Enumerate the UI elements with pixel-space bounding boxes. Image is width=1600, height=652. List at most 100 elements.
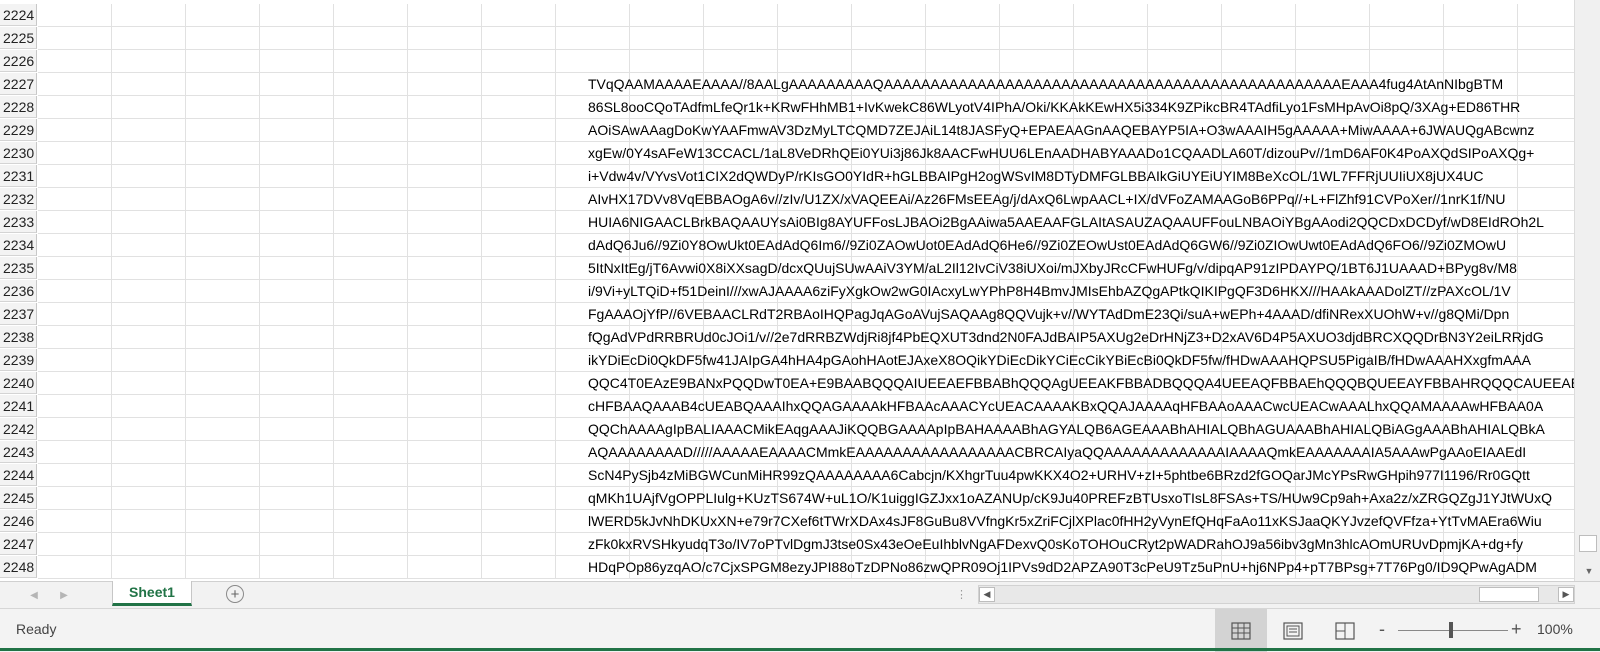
row-cells[interactable]: HDqPOp86yzqAO/c7CjxSPGM8ezyJPI88oTzDPNo8… [38, 556, 1575, 579]
row-cells[interactable]: AOiSAwAAagDoKwYAAFmwAV3DzMyLTCQMD7ZEJAiL… [38, 119, 1575, 142]
cell-value[interactable]: qMKh1UAjfVgOPPLIulg+KUzTS674W+uL1O/K1uig… [588, 487, 1600, 509]
row-cells[interactable]: ikYDiEcDi0QkDF5fw41JAIpGA4hHA4pGAohHAotE… [38, 349, 1575, 372]
row-cells[interactable]: lWERD5kJvNhDKUxXN+e79r7CXef6tTWrXDAx4sJF… [38, 510, 1575, 533]
cell-value[interactable] [588, 4, 1600, 26]
cell-value[interactable]: 86SL8ooCQoTAdfmLfeQr1k+KRwFHhMB1+IvKwekC… [588, 96, 1600, 118]
cell-value[interactable]: ikYDiEcDi0QkDF5fw41JAIpGA4hHA4pGAohHAotE… [588, 349, 1600, 371]
table-row[interactable]: 2241 cHFBAAQAAAB4cUEABQAAAIhxQQAGAAAAkHFB… [0, 395, 1575, 418]
row-cells[interactable]: HUIA6NIGAACLBrkBAQAAUYsAi0BIg8AYUFFosLJB… [38, 211, 1575, 234]
horizontal-scrollbar[interactable]: ◀ ▶ [978, 585, 1575, 604]
row-header[interactable]: 2230 [0, 142, 37, 164]
table-row[interactable]: 2225 [0, 27, 1575, 50]
row-header[interactable]: 2244 [0, 464, 37, 486]
cell-value[interactable]: HUIA6NIGAACLBrkBAQAAUYsAi0BIg8AYUFFosLJB… [588, 211, 1600, 233]
row-cells[interactable]: 5ItNxItEg/jT6Avwi0X8iXXsagD/dcxQUujSUwAA… [38, 257, 1575, 280]
sheet-tab-sheet1[interactable]: Sheet1 [112, 581, 192, 606]
zoom-slider[interactable] [1398, 630, 1508, 631]
spreadsheet-grid[interactable]: 2224 2225 2226 2227 TVqQAAMAAAAEAAAA//8AALgA… [0, 0, 1600, 581]
row-header[interactable]: 2239 [0, 349, 37, 371]
row-header[interactable]: 2238 [0, 326, 37, 348]
table-row[interactable]: 2233 HUIA6NIGAACLBrkBAQAAUYsAi0BIg8AYUFFo… [0, 211, 1575, 234]
cell-value[interactable]: QQC4T0EAzE9BANxPQQDwT0EA+E9BAABQQQAIUEEA… [588, 372, 1600, 394]
row-header[interactable]: 2235 [0, 257, 37, 279]
row-cells[interactable]: FgAAAOjYfP//6VEBAACLRdT2RBAoIHQPagJqAGoA… [38, 303, 1575, 326]
row-cells[interactable]: fQgAdVPdRRBRUd0cJOi1/v//2e7dRRBZWdjRi8jf… [38, 326, 1575, 349]
row-header[interactable]: 2246 [0, 510, 37, 532]
row-header[interactable]: 2224 [0, 4, 37, 26]
table-row[interactable]: 2226 [0, 50, 1575, 73]
row-header[interactable]: 2243 [0, 441, 37, 463]
row-cells[interactable]: qMKh1UAjfVgOPPLIulg+KUzTS674W+uL1O/K1uig… [38, 487, 1575, 510]
row-cells[interactable]: cHFBAAQAAAB4cUEABQAAAIhxQQAGAAAAkHFBAAcA… [38, 395, 1575, 418]
row-cells[interactable]: TVqQAAMAAAAEAAAA//8AALgAAAAAAAAAQAAAAAAA… [38, 73, 1575, 96]
table-row[interactable]: 2228 86SL8ooCQoTAdfmLfeQr1k+KRwFHhMB1+IvK… [0, 96, 1575, 119]
row-cells[interactable]: dAdQ6Ju6//9Zi0Y8OwUkt0EAdAdQ6Im6//9Zi0ZA… [38, 234, 1575, 257]
cell-value[interactable]: FgAAAOjYfP//6VEBAACLRdT2RBAoIHQPagJqAGoA… [588, 303, 1600, 325]
row-cells[interactable] [38, 4, 1575, 27]
page-break-icon[interactable] [1320, 609, 1370, 652]
row-header[interactable]: 2241 [0, 395, 37, 417]
row-header[interactable]: 2234 [0, 234, 37, 256]
table-row[interactable]: 2238 fQgAdVPdRRBRUd0cJOi1/v//2e7dRRBZWdjR… [0, 326, 1575, 349]
table-row[interactable]: 2229 AOiSAwAAagDoKwYAAFmwAV3DzMyLTCQMD7ZE… [0, 119, 1575, 142]
table-row[interactable]: 2227 TVqQAAMAAAAEAAAA//8AALgAAAAAAAAAQAAA… [0, 73, 1575, 96]
table-row[interactable]: 2234 dAdQ6Ju6//9Zi0Y8OwUkt0EAdAdQ6Im6//9Z… [0, 234, 1575, 257]
row-cells[interactable]: ScN4PySjb4zMiBGWCunMiHR99zQAAAAAAAA6Cabc… [38, 464, 1575, 487]
row-header[interactable]: 2231 [0, 165, 37, 187]
zoom-slider-thumb[interactable] [1449, 622, 1453, 638]
scroll-down-arrow-icon[interactable]: ▼ [1581, 563, 1597, 579]
row-header[interactable]: 2225 [0, 27, 37, 49]
row-cells[interactable]: 86SL8ooCQoTAdfmLfeQr1k+KRwFHhMB1+IvKwekC… [38, 96, 1575, 119]
table-row[interactable]: 2240 QQC4T0EAzE9BANxPQQDwT0EA+E9BAABQQQAI… [0, 372, 1600, 395]
row-cells[interactable]: i+Vdw4v/VYvsVot1CIX2dQWDyP/rKIsGO0YIdR+h… [38, 165, 1575, 188]
table-row[interactable]: 2248 HDqPOp86yzqAO/c7CjxSPGM8ezyJPI88oTzD… [0, 556, 1575, 579]
cell-value[interactable] [588, 27, 1600, 49]
row-header[interactable]: 2236 [0, 280, 37, 302]
cell-value[interactable]: ScN4PySjb4zMiBGWCunMiHR99zQAAAAAAAA6Cabc… [588, 464, 1600, 486]
row-cells[interactable]: QQC4T0EAzE9BANxPQQDwT0EA+E9BAABQQQAIUEEA… [38, 372, 1600, 395]
table-row[interactable]: 2239 ikYDiEcDi0QkDF5fw41JAIpGA4hHA4pGAohH… [0, 349, 1575, 372]
table-row[interactable]: 2232 AIvHX17DVv8VqEBBAOgA6v//zIv/U1ZX/xVA… [0, 188, 1575, 211]
table-row[interactable]: 2242 QQChAAAAgIpBALIAAACMikEAqgAAAJiKQQBG… [0, 418, 1575, 441]
zoom-out-button[interactable]: - [1379, 619, 1385, 640]
row-header[interactable]: 2228 [0, 96, 37, 118]
row-cells[interactable] [38, 50, 1575, 73]
next-sheet-arrow-icon[interactable]: ▶ [56, 586, 72, 604]
cell-value[interactable]: xgEw/0Y4sAFeW13CCACL/1aL8VeDRhQEi0YUi3j8… [588, 142, 1600, 164]
table-row[interactable]: 2244 ScN4PySjb4zMiBGWCunMiHR99zQAAAAAAAA6… [0, 464, 1575, 487]
table-row[interactable]: 2230 xgEw/0Y4sAFeW13CCACL/1aL8VeDRhQEi0YU… [0, 142, 1575, 165]
cell-value[interactable]: cHFBAAQAAAB4cUEABQAAAIhxQQAGAAAAkHFBAAcA… [588, 395, 1600, 417]
vertical-scrollbar[interactable]: ▼ [1574, 0, 1600, 581]
row-header[interactable]: 2226 [0, 50, 37, 72]
row-header[interactable]: 2240 [0, 372, 37, 394]
cell-value[interactable]: HDqPOp86yzqAO/c7CjxSPGM8ezyJPI88oTzDPNo8… [588, 556, 1600, 578]
row-header[interactable]: 2227 [0, 73, 37, 95]
table-row[interactable]: 2235 5ItNxItEg/jT6Avwi0X8iXXsagD/dcxQUujS… [0, 257, 1575, 280]
row-cells[interactable]: QQChAAAAgIpBALIAAACMikEAqgAAAJiKQQBGAAAA… [38, 418, 1575, 441]
row-header[interactable]: 2232 [0, 188, 37, 210]
tab-split-handle-icon[interactable]: ⋮ [956, 588, 968, 601]
row-header[interactable]: 2242 [0, 418, 37, 440]
row-header[interactable]: 2233 [0, 211, 37, 233]
cell-value[interactable]: TVqQAAMAAAAEAAAA//8AALgAAAAAAAAAQAAAAAAA… [588, 73, 1600, 95]
cell-value[interactable]: dAdQ6Ju6//9Zi0Y8OwUkt0EAdAdQ6Im6//9Zi0ZA… [588, 234, 1600, 256]
page-layout-icon[interactable] [1268, 609, 1318, 652]
zoom-in-button[interactable]: + [1511, 619, 1522, 640]
cell-value[interactable]: AQAAAAAAAAD/////AAAAAEAAAACMmkEAAAAAAAAA… [588, 441, 1600, 463]
grid-icon[interactable] [1215, 609, 1267, 652]
scroll-left-arrow-icon[interactable]: ◀ [979, 587, 995, 602]
table-row[interactable]: 2224 [0, 4, 1575, 27]
row-header[interactable]: 2248 [0, 556, 37, 578]
cell-value[interactable]: lWERD5kJvNhDKUxXN+e79r7CXef6tTWrXDAx4sJF… [588, 510, 1600, 532]
row-cells[interactable]: xgEw/0Y4sAFeW13CCACL/1aL8VeDRhQEi0YUi3j8… [38, 142, 1575, 165]
row-header[interactable]: 2237 [0, 303, 37, 325]
cell-value[interactable] [588, 50, 1600, 72]
table-row[interactable]: 2246 lWERD5kJvNhDKUxXN+e79r7CXef6tTWrXDAx… [0, 510, 1575, 533]
cell-value[interactable]: i/9Vi+yLTQiD+f51DeinI///xwAJAAAA6ziFyXgk… [588, 280, 1600, 302]
plus-circle-icon[interactable]: + [226, 585, 244, 603]
cell-value[interactable]: 5ItNxItEg/jT6Avwi0X8iXXsagD/dcxQUujSUwAA… [588, 257, 1600, 279]
table-row[interactable]: 2247 zFk0kxRVSHkyudqT3o/IV7oPTvlDgmJ3tse0… [0, 533, 1575, 556]
table-row[interactable]: 2231 i+Vdw4v/VYvsVot1CIX2dQWDyP/rKIsGO0YI… [0, 165, 1575, 188]
cell-value[interactable]: AIvHX17DVv8VqEBBAOgA6v//zIv/U1ZX/xVAQEEA… [588, 188, 1600, 210]
row-header[interactable]: 2247 [0, 533, 37, 555]
